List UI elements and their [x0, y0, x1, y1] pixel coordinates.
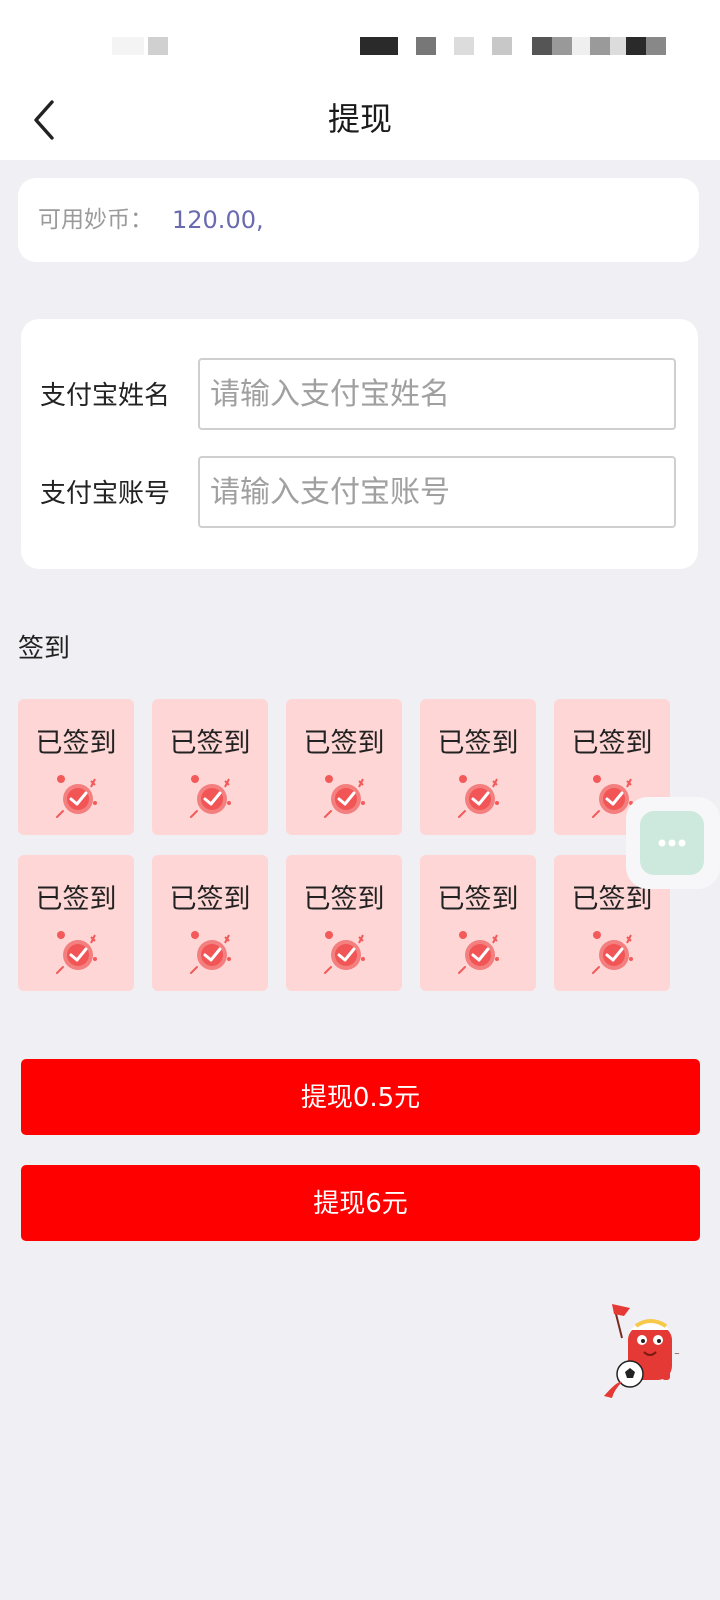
signin-day[interactable]: 已签到	[420, 855, 536, 991]
checkmark-badge-icon	[458, 931, 499, 974]
signin-day-label: 已签到	[169, 728, 251, 759]
svg-text:~: ~	[674, 1350, 680, 1358]
withdraw-6-button[interactable]: 提现6元	[21, 1165, 700, 1241]
status-indicator	[360, 37, 398, 55]
alipay-account-input[interactable]	[198, 456, 676, 528]
signin-day[interactable]: 已签到	[286, 855, 402, 991]
signin-day-label: 已签到	[35, 884, 117, 915]
balance-card: 可用妙币： 120.00,	[18, 178, 699, 262]
status-indicator	[148, 37, 168, 55]
status-indicator	[590, 37, 610, 55]
checkmark-badge-icon	[56, 931, 97, 974]
checkmark-badge-icon	[324, 775, 365, 818]
status-indicator	[626, 37, 646, 55]
checkmark-badge-icon	[56, 775, 97, 818]
status-indicator	[572, 37, 590, 55]
checkmark-badge-icon	[324, 931, 365, 974]
status-indicator	[454, 37, 474, 55]
signin-day[interactable]: 已签到	[286, 699, 402, 835]
signin-day-label: 已签到	[437, 728, 519, 759]
signin-day[interactable]: 已签到	[18, 699, 134, 835]
signin-day[interactable]: 已签到	[152, 855, 268, 991]
signin-day-label: 已签到	[437, 884, 519, 915]
signin-day-label: 已签到	[303, 884, 385, 915]
status-indicator	[532, 37, 552, 55]
page-title: 提现	[327, 100, 392, 138]
checkmark-badge-icon	[592, 931, 633, 974]
signin-day[interactable]: 已签到	[152, 699, 268, 835]
alipay-name-input[interactable]	[198, 358, 676, 430]
status-indicator	[416, 37, 436, 55]
mascot-button[interactable]: ~	[600, 1300, 700, 1400]
signin-day-label: 已签到	[303, 728, 385, 759]
status-indicator	[646, 37, 666, 55]
soccer-mascot-icon: ~	[604, 1304, 680, 1398]
signin-day[interactable]: 已签到	[18, 855, 134, 991]
balance-label: 可用妙币：	[38, 207, 153, 233]
checkmark-badge-icon	[458, 775, 499, 818]
alipay-form-card: 支付宝姓名 支付宝账号	[21, 319, 698, 569]
signin-day-label: 已签到	[571, 728, 653, 759]
balance-value: 120.00,	[172, 206, 264, 234]
checkmark-badge-icon	[190, 931, 231, 974]
signin-day-label: 已签到	[35, 728, 117, 759]
nav-bar: 提现	[0, 80, 720, 160]
floating-more-button[interactable]	[640, 811, 704, 875]
withdraw-0-5-button[interactable]: 提现0.5元	[21, 1059, 700, 1135]
signin-grid: 已签到 已签到 已签到 已签到 已签到 已签到 已签到 已签到 已签到 已签到	[18, 699, 678, 991]
signin-section-title: 签到	[18, 634, 71, 664]
signin-day[interactable]: 已签到	[420, 699, 536, 835]
more-dots-icon	[658, 839, 686, 847]
checkmark-badge-icon	[190, 775, 231, 818]
alipay-name-label: 支付宝姓名	[40, 381, 171, 411]
status-indicator	[492, 37, 512, 55]
status-indicator	[112, 37, 144, 55]
status-bar	[0, 0, 720, 80]
status-indicator	[552, 37, 572, 55]
status-indicator	[610, 37, 626, 55]
signin-day-label: 已签到	[169, 884, 251, 915]
alipay-account-label: 支付宝账号	[40, 479, 171, 509]
